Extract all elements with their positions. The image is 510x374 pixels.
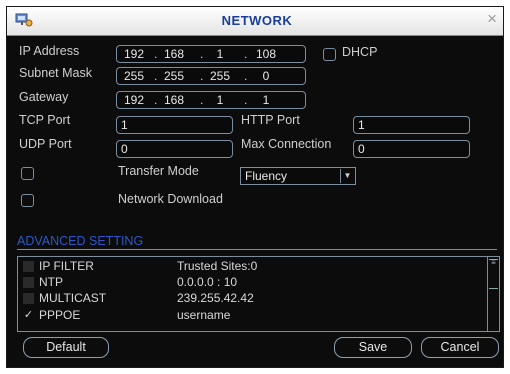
http-port-value: 1 [358,118,365,132]
mask-dot: . [200,69,204,83]
ip-octet-2[interactable]: 168 [159,46,189,62]
udp-port-value: 0 [121,142,128,156]
network-download-label: Network Download [118,192,223,206]
max-connection-input[interactable]: 0 [353,140,470,158]
gateway-input[interactable]: 192 . 168 . 1 . 1 [116,91,306,109]
ip-dot: . [200,47,204,61]
tcp-port-input[interactable]: 1 [116,116,233,134]
window-title: NETWORK [221,13,293,28]
max-connection-value: 0 [358,142,365,156]
transfer-mode-checkbox[interactable] [21,167,34,180]
gateway-octet-3[interactable]: 1 [205,92,235,108]
gateway-dot: . [154,93,158,107]
row-checkbox[interactable] [23,293,34,304]
row-value: username [177,308,231,322]
dhcp-label: DHCP [342,45,378,59]
row-value: 0.0.0.0 : 10 [177,275,238,289]
ip-octet-3[interactable]: 1 [205,46,235,62]
udp-port-label: UDP Port [19,137,72,151]
http-port-label: HTTP Port [241,113,300,127]
save-button[interactable]: Save [334,337,412,358]
chevron-down-icon[interactable]: ▼ [340,169,354,183]
gateway-label: Gateway [19,90,69,104]
transfer-mode-value: Fluency [245,169,288,183]
gateway-octet-1[interactable]: 192 [119,92,149,108]
dhcp-checkbox[interactable] [323,48,336,61]
ip-dot: . [154,47,158,61]
ip-address-label: IP Address [19,44,80,58]
advanced-setting-title: ADVANCED SETTING [17,234,146,248]
list-item[interactable]: NTP 0.0.0.0 : 10 [18,275,488,291]
row-value: Trusted Sites:0 [177,259,258,273]
mask-dot: . [244,69,248,83]
ip-octet-4[interactable]: 108 [249,46,283,62]
default-button[interactable]: Default [23,337,109,358]
advanced-settings-list[interactable]: IP FILTER Trusted Sites:0 NTP 0.0.0.0 : … [17,256,500,332]
ip-octet-1[interactable]: 192 [119,46,149,62]
mask-octet-2[interactable]: 255 [159,68,189,84]
ip-address-input[interactable]: 192 . 168 . 1 . 108 [116,45,306,63]
tcp-port-label: TCP Port [19,113,71,127]
row-value: 239.255.42.42 [177,291,254,305]
ip-dot: . [244,47,248,61]
row-name: PPPOE [39,308,81,322]
network-download-checkbox[interactable] [21,194,34,207]
row-checkbox[interactable] [23,277,34,288]
gateway-octet-2[interactable]: 168 [159,92,189,108]
http-port-input[interactable]: 1 [353,116,470,134]
transfer-mode-label: Transfer Mode [118,164,199,178]
scroll-thumb[interactable]: ≡ [489,259,498,289]
mask-octet-4[interactable]: 0 [249,68,283,84]
row-name: MULTICAST [39,291,107,305]
advanced-divider [17,249,497,250]
list-scrollbar[interactable]: ≡ [487,257,499,331]
network-app-icon [15,13,33,27]
udp-port-input[interactable]: 0 [116,140,233,158]
close-icon[interactable]: × [487,10,497,28]
row-checkbox[interactable] [23,261,34,272]
tcp-port-value: 1 [121,118,128,132]
mask-octet-3[interactable]: 255 [205,68,235,84]
gateway-dot: . [244,93,248,107]
mask-dot: . [154,69,158,83]
subnet-mask-input[interactable]: 255 . 255 . 255 . 0 [116,67,306,85]
title-bar: NETWORK × [7,7,503,36]
max-connection-label: Max Connection [241,137,332,151]
list-item[interactable]: IP FILTER Trusted Sites:0 [18,259,488,275]
gateway-dot: . [200,93,204,107]
gateway-octet-4[interactable]: 1 [249,92,283,108]
mask-octet-1[interactable]: 255 [119,68,149,84]
check-icon[interactable]: ✓ [23,310,34,321]
transfer-mode-select[interactable]: Fluency ▼ [240,167,356,185]
subnet-mask-label: Subnet Mask [19,66,92,80]
list-item[interactable]: ✓ PPPOE username [18,308,488,324]
row-name: IP FILTER [39,259,94,273]
network-dialog: NETWORK × IP Address 192 . 168 . 1 . 108… [6,6,504,368]
list-item[interactable]: MULTICAST 239.255.42.42 [18,291,488,307]
cancel-button[interactable]: Cancel [421,337,499,358]
row-name: NTP [39,275,63,289]
